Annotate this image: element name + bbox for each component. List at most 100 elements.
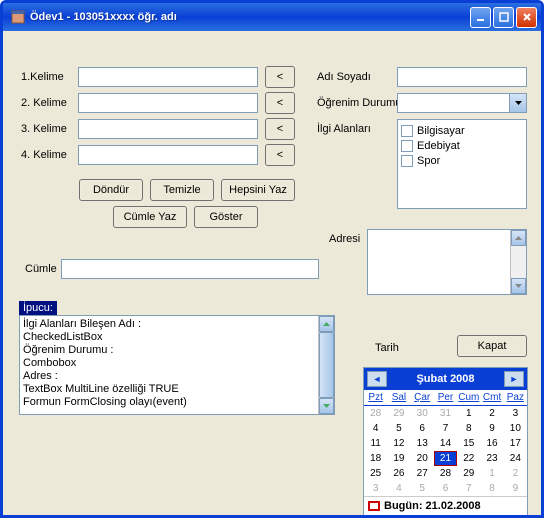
ipucu-content: İlgi Alanları Bileşen Adı : CheckedListB…	[20, 316, 318, 414]
calendar-day[interactable]: 9	[504, 481, 527, 496]
calendar-next-button[interactable]: ►	[504, 371, 524, 387]
calendar-day[interactable]: 16	[480, 436, 503, 451]
temizle-button[interactable]: Temizle	[150, 179, 214, 201]
adsoyad-label: Adı Soyadı	[317, 71, 371, 83]
calendar-dow: Cmt	[480, 390, 503, 406]
hepsini-yaz-button[interactable]: Hepsini Yaz	[221, 179, 295, 201]
calendar-day[interactable]: 13	[411, 436, 434, 451]
calendar-day[interactable]: 6	[434, 481, 457, 496]
calendar-day[interactable]: 24	[504, 451, 527, 466]
calendar-header: ◄ Şubat 2008 ►	[364, 368, 527, 390]
scrollbar[interactable]	[510, 230, 526, 294]
calendar-day[interactable]: 28	[434, 466, 457, 481]
minimize-button[interactable]	[470, 7, 491, 28]
calendar-day[interactable]: 23	[480, 451, 503, 466]
scroll-thumb[interactable]	[319, 332, 334, 398]
ilgi-item[interactable]: Edebiyat	[401, 138, 523, 153]
calendar-day[interactable]: 17	[504, 436, 527, 451]
calendar-day[interactable]: 29	[387, 406, 410, 421]
kelime3-back-button[interactable]: <	[265, 118, 295, 140]
cumle-input[interactable]	[61, 259, 319, 279]
ogrenim-label: Öğrenim Durumu	[317, 97, 401, 109]
ilgi-item[interactable]: Spor	[401, 153, 523, 168]
chevron-left-icon: <	[277, 123, 283, 135]
scroll-down-button[interactable]	[319, 398, 334, 414]
scroll-up-button[interactable]	[511, 230, 526, 246]
calendar-day[interactable]: 8	[480, 481, 503, 496]
calendar-day[interactable]: 7	[457, 481, 480, 496]
calendar-day[interactable]: 8	[457, 421, 480, 436]
calendar-day[interactable]: 1	[480, 466, 503, 481]
calendar-day[interactable]: 3	[364, 481, 387, 496]
calendar-day[interactable]: 7	[434, 421, 457, 436]
calendar[interactable]: ◄ Şubat 2008 ► PztSalÇarPerCumCmtPaz 282…	[363, 367, 528, 516]
kelime2-back-button[interactable]: <	[265, 92, 295, 114]
calendar-today-label: Bugün: 21.02.2008	[384, 500, 481, 512]
calendar-day[interactable]: 30	[411, 406, 434, 421]
calendar-day[interactable]: 20	[411, 451, 434, 466]
chevron-down-icon[interactable]	[509, 94, 526, 112]
calendar-day[interactable]: 19	[387, 451, 410, 466]
calendar-day[interactable]: 21	[434, 451, 457, 466]
checkbox-icon[interactable]	[401, 155, 413, 167]
calendar-day[interactable]: 4	[364, 421, 387, 436]
kelime1-label: 1.Kelime	[21, 71, 64, 83]
calendar-day[interactable]: 3	[504, 406, 527, 421]
calendar-day[interactable]: 6	[411, 421, 434, 436]
kapat-button[interactable]: Kapat	[457, 335, 527, 357]
calendar-day[interactable]: 14	[434, 436, 457, 451]
dondur-button[interactable]: Döndür	[79, 179, 143, 201]
cumle-yaz-button[interactable]: Cümle Yaz	[113, 206, 187, 228]
scroll-track[interactable]	[511, 246, 526, 278]
calendar-day[interactable]: 1	[457, 406, 480, 421]
kelime3-input[interactable]	[78, 119, 258, 139]
kelime2-input[interactable]	[78, 93, 258, 113]
calendar-day[interactable]: 10	[504, 421, 527, 436]
calendar-dow: Sal	[387, 390, 410, 406]
client-area: 1.Kelime < 2. Kelime < 3. Kelime < 4. Ke…	[3, 31, 541, 515]
ipucu-textbox[interactable]: İlgi Alanları Bileşen Adı : CheckedListB…	[19, 315, 335, 415]
ilgi-checkedlistbox[interactable]: Bilgisayar Edebiyat Spor	[397, 119, 527, 209]
calendar-day[interactable]: 2	[480, 406, 503, 421]
calendar-day[interactable]: 12	[387, 436, 410, 451]
ilgi-item[interactable]: Bilgisayar	[401, 123, 523, 138]
kelime4-back-button[interactable]: <	[265, 144, 295, 166]
calendar-day[interactable]: 5	[411, 481, 434, 496]
app-icon	[11, 10, 25, 24]
ipucu-header: İpucu:	[19, 301, 57, 315]
calendar-day[interactable]: 5	[387, 421, 410, 436]
close-button[interactable]	[516, 7, 537, 28]
ogrenim-combo[interactable]	[397, 93, 527, 113]
calendar-day[interactable]: 25	[364, 466, 387, 481]
calendar-day[interactable]: 15	[457, 436, 480, 451]
kelime1-back-button[interactable]: <	[265, 66, 295, 88]
calendar-today[interactable]: Bugün: 21.02.2008	[364, 496, 527, 515]
calendar-day[interactable]: 22	[457, 451, 480, 466]
checkbox-icon[interactable]	[401, 140, 413, 152]
calendar-prev-button[interactable]: ◄	[367, 371, 387, 387]
window: Ödev1 - 103051xxxx öğr. adı 1.Kelime < 2…	[0, 0, 544, 518]
scrollbar[interactable]	[318, 316, 334, 414]
calendar-day[interactable]: 9	[480, 421, 503, 436]
adsoyad-input[interactable]	[397, 67, 527, 87]
kelime1-input[interactable]	[78, 67, 258, 87]
maximize-button[interactable]	[493, 7, 514, 28]
goster-button[interactable]: Göster	[194, 206, 258, 228]
calendar-day[interactable]: 11	[364, 436, 387, 451]
adresi-textbox[interactable]	[367, 229, 527, 295]
calendar-day[interactable]: 31	[434, 406, 457, 421]
scroll-up-button[interactable]	[319, 316, 334, 332]
scroll-track[interactable]	[319, 332, 334, 398]
calendar-day[interactable]: 28	[364, 406, 387, 421]
calendar-day[interactable]: 4	[387, 481, 410, 496]
calendar-day[interactable]: 27	[411, 466, 434, 481]
checkbox-icon[interactable]	[401, 125, 413, 137]
calendar-day[interactable]: 26	[387, 466, 410, 481]
calendar-day[interactable]: 29	[457, 466, 480, 481]
scroll-down-button[interactable]	[511, 278, 526, 294]
calendar-day[interactable]: 18	[364, 451, 387, 466]
calendar-day[interactable]: 2	[504, 466, 527, 481]
kelime4-input[interactable]	[78, 145, 258, 165]
kelime2-label: 2. Kelime	[21, 97, 67, 109]
adresi-content[interactable]	[368, 230, 510, 294]
